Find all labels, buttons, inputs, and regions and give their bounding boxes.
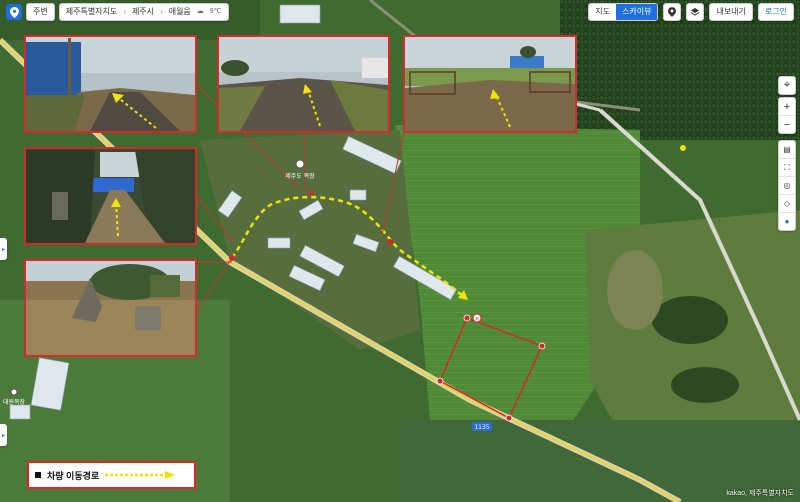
left-panel-toggle-secondary[interactable]: ▸: [0, 424, 7, 446]
eraser-icon: ◇: [783, 199, 791, 208]
satellite-map[interactable]: × 제주도 목장 대원목장 1135: [0, 0, 800, 502]
photo-inset-5[interactable]: [24, 259, 197, 357]
legend-square-icon: [35, 472, 41, 478]
export-button[interactable]: 내보내기: [709, 3, 753, 21]
area-tool-button[interactable]: ⛶: [779, 159, 795, 177]
chevron-right-icon: ▸: [1, 432, 5, 439]
place-label[interactable]: 대원목장: [3, 398, 26, 406]
compass-icon: ◎: [783, 181, 791, 190]
photo-inset-3[interactable]: [403, 35, 577, 133]
minus-icon: −: [783, 118, 791, 131]
legend-label: 차량 이동경로: [47, 470, 100, 481]
plus-icon: +: [783, 100, 791, 113]
view-skyview-tab[interactable]: 스카이뷰: [616, 4, 658, 20]
location-pin-icon: [9, 6, 19, 18]
chevron-right-icon: ›: [160, 7, 163, 16]
cloud-icon: ☁: [196, 8, 204, 15]
dotted-arrow-icon: [105, 471, 176, 479]
photo-inset-1[interactable]: [24, 35, 197, 133]
left-panel-toggle[interactable]: ▸: [0, 238, 7, 260]
top-right-toolbar: 지도 스카이뷰 내보내기 로그인: [588, 3, 794, 21]
map-view-toggle: 지도 스카이뷰: [588, 3, 659, 21]
compass-tool-button[interactable]: ◎: [779, 177, 795, 195]
photo-inset-2[interactable]: [217, 35, 390, 133]
roadview-icon: ▤: [783, 145, 791, 154]
weather-temperature: 9℃: [209, 8, 222, 15]
place-pin-button[interactable]: [663, 3, 682, 21]
crosshair-icon: ⌖: [783, 79, 791, 91]
chevron-right-icon: ▸: [1, 246, 5, 253]
map-logo-button[interactable]: [6, 4, 22, 20]
forest-area: [560, 0, 800, 140]
zoom-out-button[interactable]: −: [779, 116, 795, 133]
locate-control: ⌖: [778, 76, 796, 95]
svg-text:×: ×: [474, 316, 479, 323]
pin-tool-button[interactable]: ●: [779, 213, 795, 230]
map-attribution: kakao, 제주특별자치도: [726, 490, 794, 497]
breadcrumb-town[interactable]: 애월읍: [169, 4, 191, 20]
pin-icon: [668, 7, 677, 17]
layers-button[interactable]: [686, 3, 705, 21]
zoom-in-button[interactable]: +: [779, 98, 795, 116]
photo-inset-4[interactable]: [24, 147, 197, 245]
eraser-tool-button[interactable]: ◇: [779, 195, 795, 213]
poi-label[interactable]: 제주도 목장: [285, 172, 315, 180]
route-legend: 차량 이동경로: [27, 461, 196, 489]
login-button[interactable]: 로그인: [757, 3, 794, 21]
breadcrumb-city[interactable]: 제주시: [132, 4, 154, 20]
breadcrumb-province[interactable]: 제주특별자치도: [66, 4, 118, 20]
view-map-tab[interactable]: 지도: [589, 4, 616, 20]
roadview-tool-button[interactable]: ▤: [779, 141, 795, 159]
layers-icon: [691, 8, 700, 16]
my-location-button[interactable]: ⌖: [779, 77, 795, 94]
top-left-toolbar: 주변 제주특별자치도 › 제주시 › 애월읍 ☁ 9℃: [6, 3, 229, 21]
nearby-button[interactable]: 주변: [26, 3, 55, 21]
map-pin-icon: ●: [784, 217, 790, 226]
zoom-control: + −: [778, 97, 796, 134]
area-icon: ⛶: [784, 162, 790, 172]
road-number-badge: 1135: [474, 424, 489, 431]
breadcrumb: 제주특별자치도 › 제주시 › 애월읍 ☁ 9℃: [58, 3, 229, 21]
map-tools-control: ▤ ⛶ ◎ ◇ ●: [778, 140, 796, 231]
chevron-right-icon: ›: [123, 7, 126, 16]
